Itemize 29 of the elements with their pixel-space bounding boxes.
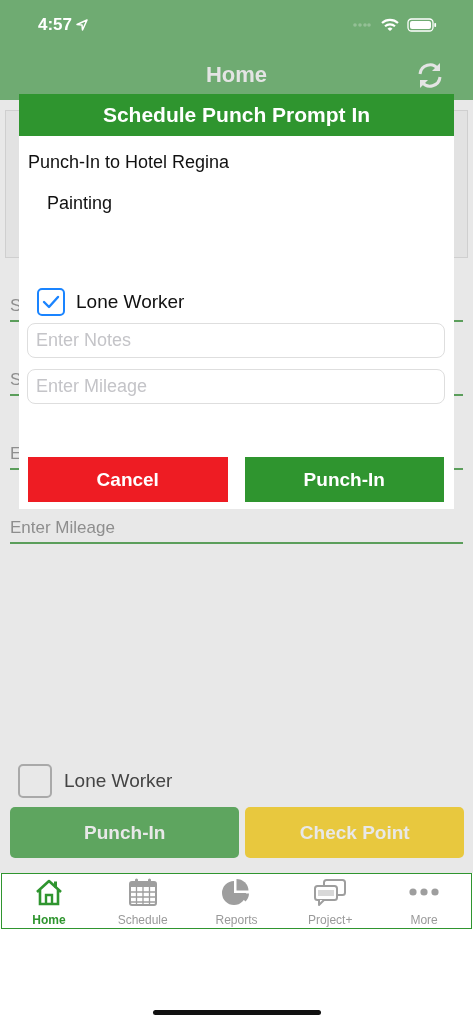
wifi-icon [381, 18, 399, 32]
cancel-button[interactable]: Cancel [28, 457, 228, 502]
battery-icon [407, 18, 437, 32]
location-arrow-icon [76, 19, 89, 31]
checkmark-icon [42, 295, 60, 309]
punch-in-button[interactable]: Punch-In [10, 807, 240, 858]
tab[interactable]: Schedule [95, 874, 190, 928]
pie-chart-icon [221, 878, 252, 906]
tab[interactable]: Reports [189, 874, 284, 928]
task-name: Painting [47, 192, 114, 214]
input-field[interactable]: Enter Mileage [10, 514, 463, 544]
chat-bubbles-icon [314, 878, 347, 906]
checkbox[interactable] [37, 288, 65, 316]
checkbox-label: Lone Worker [76, 291, 185, 313]
tab[interactable]: Project+ [283, 874, 378, 928]
calendar-icon [128, 878, 157, 906]
home-indicator[interactable] [152, 1010, 321, 1015]
checkbox-label: Lone Worker [64, 770, 173, 792]
refresh-icon[interactable] [417, 62, 443, 89]
punch-in-button[interactable]: Punch-In [244, 457, 444, 502]
clock-time: 4:57 [38, 15, 73, 35]
dialog-title: Schedule Punch Prompt In [19, 94, 454, 136]
signal-icon [353, 23, 371, 27]
dialog-message: Punch-In to Hotel Regina [28, 151, 231, 173]
screen-title: Home [205, 62, 268, 88]
tab[interactable]: More [377, 874, 471, 928]
tab[interactable]: Home [2, 874, 96, 928]
checkbox[interactable] [18, 764, 52, 798]
more-dots-icon [409, 888, 440, 896]
